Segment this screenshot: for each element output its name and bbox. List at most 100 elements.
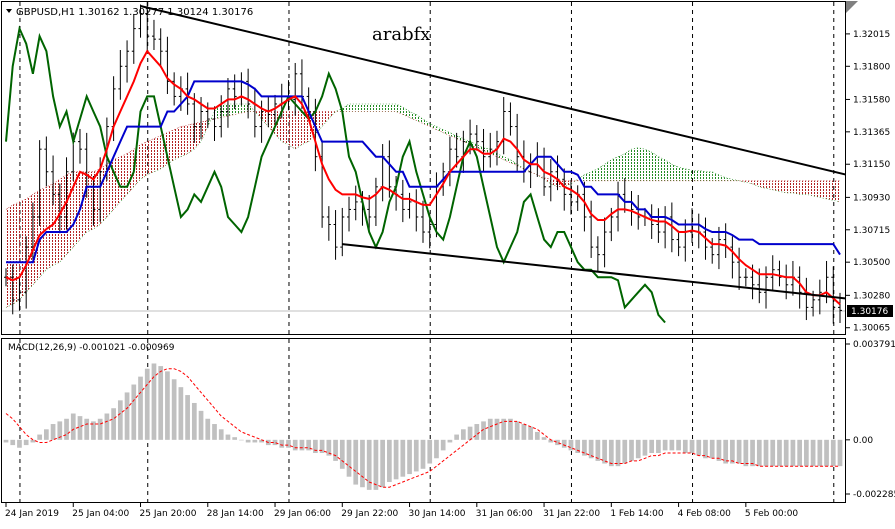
macd-histogram-bar: [649, 439, 655, 453]
macd-histogram-bar: [454, 434, 459, 440]
price-axis: 1.32015 1.31800 1.31580 1.31365 1.31150 1.309…: [846, 30, 893, 334]
macd-axis: 0.003791 0.00 -0.002285: [846, 340, 895, 500]
cloud-segment: [120, 153, 128, 202]
macd-histogram-bar: [709, 439, 715, 459]
cloud-segment: [59, 174, 67, 263]
cloud-segment: [786, 180, 793, 193]
cloud-segment: [510, 159, 518, 166]
macd-histogram-bar: [212, 424, 217, 440]
macd-histogram-bar: [447, 439, 453, 443]
time-tick-label: 1 Feb 14:00: [610, 509, 664, 519]
cloud-segment: [26, 194, 33, 293]
macd-histogram-bar: [393, 439, 399, 480]
cloud-segment: [261, 111, 269, 127]
price-tick-label: 1.30930: [853, 193, 890, 203]
macd-histogram-bar: [635, 439, 641, 459]
macd-histogram-bar: [10, 439, 16, 446]
macd-histogram-bar: [810, 439, 816, 467]
cloud-segment: [86, 171, 94, 233]
price-tick-label: 1.31580: [853, 95, 890, 105]
cloud-segment: [436, 126, 444, 133]
cloud-segment: [66, 171, 74, 255]
cloud-segment: [221, 103, 228, 118]
cloud-segment: [342, 103, 350, 112]
cloud-segment: [402, 106, 410, 118]
price-tick-label: 1.30280: [853, 291, 890, 301]
cloud-segment: [19, 198, 27, 300]
macd-histogram-bar: [487, 418, 493, 440]
cloud-segment: [806, 180, 814, 196]
time-tick-label: 31 Jan 06:00: [476, 509, 533, 519]
cloud-segment: [409, 111, 417, 121]
cloud-segment: [396, 103, 403, 115]
cloud-segment: [362, 103, 370, 112]
time-tick-label: 29 Jan 22:00: [341, 509, 398, 519]
cloud-segment: [416, 114, 423, 124]
cloud-segment: [826, 180, 834, 201]
trendlines: [140, 5, 845, 300]
cloud-segment: [597, 164, 605, 181]
macd-histogram-bar: [239, 439, 244, 441]
price-tick-label: 1.31365: [853, 128, 890, 138]
macd-histogram-bar: [292, 439, 298, 451]
time-tick-label: 25 Jan 04:00: [72, 509, 129, 519]
macd-histogram-bar: [730, 439, 735, 464]
macd-histogram-bar: [353, 439, 359, 485]
dropdown-arrow-icon[interactable]: [6, 9, 12, 13]
macd-histogram-bar: [642, 439, 648, 456]
macd-histogram-bar: [171, 379, 177, 440]
macd-histogram-bar: [387, 439, 392, 482]
macd-histogram-bar: [434, 439, 439, 459]
macd-histogram-bar: [696, 439, 702, 456]
cloud-segment: [187, 123, 195, 154]
price-tick-label: 1.32015: [853, 30, 890, 40]
macd-histogram-bar: [346, 439, 352, 477]
cloud-segment: [705, 171, 713, 181]
cloud-segment: [665, 159, 672, 181]
price-tick-label: 1.30065: [853, 324, 890, 334]
macd-tick-label: 0.00: [853, 436, 873, 446]
trendline: [342, 243, 845, 300]
macd-label: MACD(12,26,9) -0.001021 -0.000969: [8, 343, 175, 353]
cloud-segment: [685, 168, 693, 181]
cloud-segment: [456, 135, 464, 142]
trading-chart[interactable]: 1.32015 1.31800 1.31580 1.31365 1.31150 1.309…: [0, 0, 895, 525]
macd-histogram-bar: [629, 439, 634, 461]
macd-histogram-bar: [763, 439, 769, 467]
cloud-segment: [355, 103, 363, 112]
macd-histogram-bar: [528, 426, 533, 440]
price-tick-label: 1.31800: [853, 62, 890, 72]
macd-histogram-bar: [541, 437, 547, 440]
macd-histogram-bar: [777, 439, 782, 467]
chart-canvas[interactable]: 1.32015 1.31800 1.31580 1.31365 1.31150 1.309…: [0, 0, 895, 525]
cloud-segment: [618, 153, 625, 181]
macd-histogram-bar: [44, 429, 49, 440]
macd-histogram-bar: [797, 439, 802, 467]
time-tick-label: 25 Jan 20:00: [140, 509, 197, 519]
macd-histogram-bar: [97, 418, 103, 440]
macd-histogram-bar: [64, 418, 69, 440]
macd-histogram-bar: [756, 439, 762, 467]
macd-plot: [3, 363, 843, 490]
macd-histogram-bar: [615, 439, 621, 467]
time-tick-label: 30 Jan 14:00: [409, 509, 466, 519]
cloud-segment: [772, 180, 780, 192]
cloud-segment: [698, 170, 706, 181]
macd-histogram-bar: [790, 439, 796, 467]
macd-histogram-bar: [319, 439, 325, 453]
macd-histogram-bar: [165, 371, 170, 440]
macd-tick-label: 0.003791: [853, 340, 895, 350]
cloud-segment: [604, 159, 612, 181]
macd-histogram-bar: [252, 439, 258, 443]
cloud-segment: [833, 180, 840, 202]
macd-histogram-bar: [427, 439, 433, 464]
macd-histogram-bar: [817, 439, 823, 467]
macd-histogram-bar: [84, 418, 90, 440]
macd-histogram-bar: [467, 426, 473, 440]
macd-tick-label: -0.002285: [853, 490, 895, 500]
macd-histogram-bar: [400, 439, 406, 477]
macd-histogram-bar: [191, 402, 197, 440]
macd-histogram-bar: [205, 418, 211, 440]
cloud-segment: [503, 156, 511, 163]
cloud-segment: [153, 135, 161, 172]
